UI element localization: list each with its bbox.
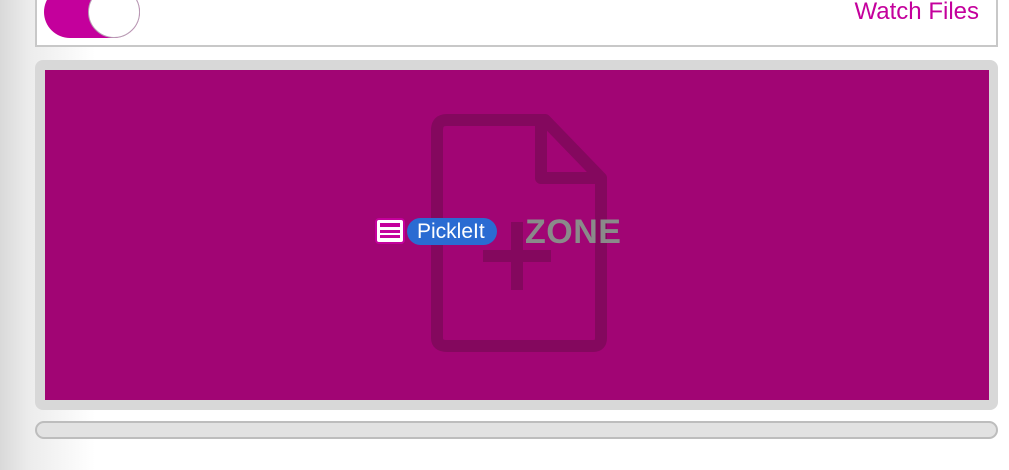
watch-files-toggle[interactable] bbox=[44, 0, 140, 38]
app-name-badge: PickleIt bbox=[407, 218, 497, 245]
drop-zone[interactable]: ZONE PickleIt bbox=[45, 70, 989, 400]
progress-bar bbox=[35, 421, 998, 439]
picklelt-app-icon bbox=[375, 218, 405, 244]
watch-files-label: Watch Files bbox=[854, 0, 979, 25]
